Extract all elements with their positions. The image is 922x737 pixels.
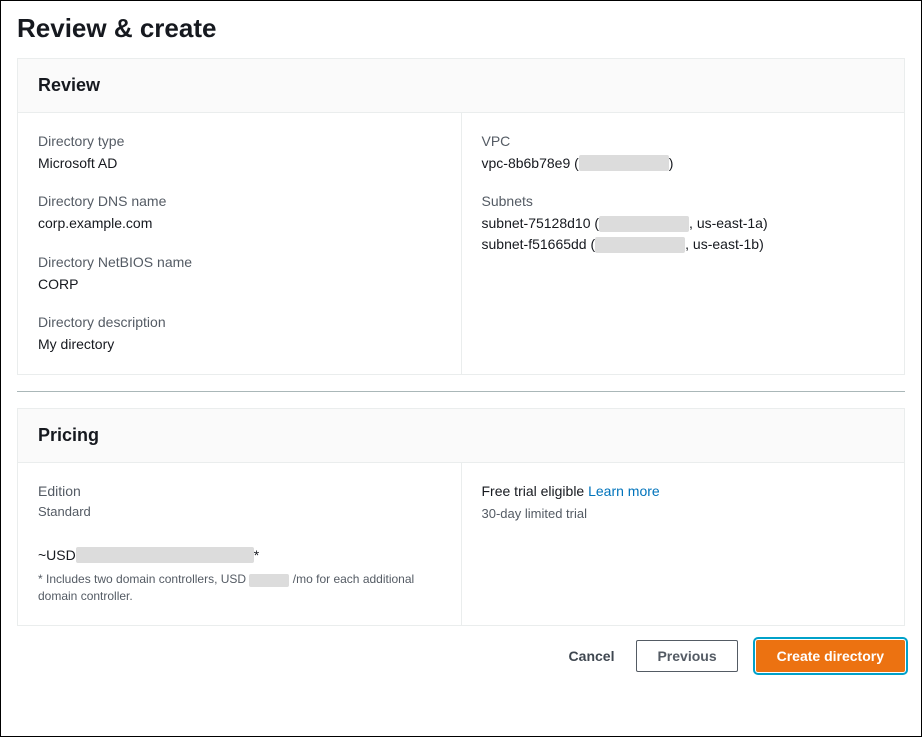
redacted-footnote-price [249,574,289,587]
field-description: Directory description My directory [38,314,441,354]
value-dns-name: corp.example.com [38,213,441,233]
free-trial-text: Free trial eligible [482,483,589,499]
review-panel-header: Review [18,59,904,113]
pricing-panel: Pricing Edition Standard ~USD * * Includ… [17,408,905,625]
price-suffix: * [254,547,259,563]
subnet-0-suffix: , us-east-1a) [689,213,768,234]
subnet-0-prefix: subnet-75128d10 ( [482,213,600,234]
field-vpc: VPC vpc-8b6b78e9 ( ) [482,133,885,173]
value-description: My directory [38,334,441,354]
label-directory-type: Directory type [38,133,441,149]
footnote-prefix: * Includes two domain controllers, USD [38,572,249,586]
field-edition: Edition Standard [38,483,441,521]
label-subnets: Subnets [482,193,885,209]
redacted-price [76,547,254,563]
value-edition: Standard [38,503,441,521]
label-dns-name: Directory DNS name [38,193,441,209]
footer-actions: Cancel Previous Create directory [17,625,905,672]
learn-more-link[interactable]: Learn more [588,483,660,499]
label-edition: Edition [38,483,441,499]
review-panel: Review Directory type Microsoft AD Direc… [17,58,905,375]
redacted-vpc-name [579,155,669,171]
redacted-subnet-1 [595,237,685,253]
vpc-suffix: ) [669,153,674,173]
price-line: ~USD * [38,547,441,563]
price-footnote: * Includes two domain controllers, USD /… [38,571,418,605]
value-directory-type: Microsoft AD [38,153,441,173]
free-trial-sub: 30-day limited trial [482,505,885,523]
price-prefix: ~USD [38,547,76,563]
subnet-1-suffix: , us-east-1b) [685,234,764,255]
redacted-subnet-0 [599,216,689,232]
subnet-row-0: subnet-75128d10 ( , us-east-1a) [482,213,885,234]
cancel-button[interactable]: Cancel [565,640,619,672]
pricing-panel-title: Pricing [38,425,884,446]
create-directory-button[interactable]: Create directory [756,640,905,672]
pricing-panel-header: Pricing [18,409,904,463]
field-subnets: Subnets subnet-75128d10 ( , us-east-1a) … [482,193,885,255]
free-trial-line: Free trial eligible Learn more [482,483,885,499]
field-netbios: Directory NetBIOS name CORP [38,254,441,294]
field-dns-name: Directory DNS name corp.example.com [38,193,441,233]
label-description: Directory description [38,314,441,330]
label-vpc: VPC [482,133,885,149]
previous-button[interactable]: Previous [636,640,737,672]
page-title: Review & create [17,13,905,44]
value-netbios: CORP [38,274,441,294]
vpc-prefix: vpc-8b6b78e9 ( [482,153,579,173]
review-panel-title: Review [38,75,884,96]
separator [17,391,905,392]
subnet-row-1: subnet-f51665dd ( , us-east-1b) [482,234,885,255]
label-netbios: Directory NetBIOS name [38,254,441,270]
field-directory-type: Directory type Microsoft AD [38,133,441,173]
value-vpc: vpc-8b6b78e9 ( ) [482,153,885,173]
subnet-1-prefix: subnet-f51665dd ( [482,234,596,255]
